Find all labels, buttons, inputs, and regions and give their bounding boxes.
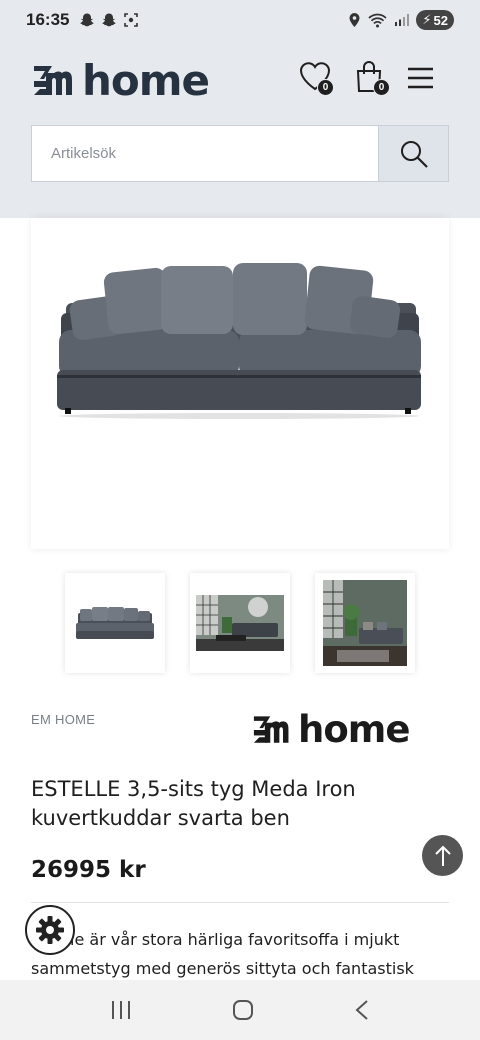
recent-apps-icon[interactable]	[110, 1000, 132, 1020]
cart-count-badge: 0	[373, 79, 390, 96]
cookie-settings-button[interactable]	[25, 905, 75, 955]
signal-icon	[395, 14, 410, 26]
sofa-image	[57, 263, 421, 419]
menu-icon	[408, 67, 433, 89]
status-bar: 16:35 ⚡ 52	[0, 0, 480, 40]
brand-logo[interactable]: home	[250, 708, 410, 751]
charging-icon: ⚡	[422, 12, 432, 27]
thumbnail-3[interactable]	[315, 573, 415, 673]
location-icon	[349, 13, 360, 27]
menu-button[interactable]	[407, 67, 434, 94]
battery-level: 52	[433, 12, 448, 28]
home-icon[interactable]	[232, 999, 254, 1021]
wifi-icon	[368, 13, 387, 27]
site-header: home 0 0	[0, 40, 480, 218]
logo-text: home	[82, 56, 210, 105]
back-icon[interactable]	[354, 999, 370, 1021]
brand-logo-text: home	[298, 708, 410, 751]
cart-button[interactable]: 0	[355, 60, 390, 99]
status-right-icons: ⚡ 52	[348, 10, 454, 30]
screenshot-icon	[124, 13, 139, 27]
search-button[interactable]	[378, 126, 448, 181]
em-logo-mark	[34, 65, 72, 95]
thumbnail-sofa-image	[76, 607, 154, 639]
site-logo[interactable]: home	[30, 56, 210, 105]
scroll-to-top-button[interactable]	[422, 835, 463, 876]
search-bar	[31, 125, 449, 182]
thumbnail-2[interactable]	[190, 573, 290, 673]
gear-icon	[36, 916, 64, 944]
em-logo-mark	[253, 715, 289, 743]
thumbnail-1[interactable]	[65, 573, 165, 673]
snapchat-icon	[80, 13, 94, 27]
brand-name[interactable]: EM HOME	[31, 712, 95, 727]
thumbnail-room-image	[323, 580, 407, 666]
product-description: Estelle är vår stora härliga favoritsoff…	[31, 930, 414, 978]
search-input[interactable]	[32, 126, 378, 181]
search-icon	[400, 140, 428, 168]
snapchat-icon	[102, 13, 116, 27]
divider	[31, 902, 449, 903]
thumbnail-room-image	[196, 595, 284, 651]
wishlist-button[interactable]: 0	[298, 60, 334, 97]
status-left-icons	[79, 12, 139, 28]
battery-icon: ⚡ 52	[416, 10, 454, 30]
product-title: ESTELLE 3,5-sits tyg Meda Iron kuvertkud…	[31, 777, 356, 830]
system-nav-bar	[0, 980, 480, 1040]
product-main-image[interactable]	[31, 218, 449, 549]
arrow-up-icon	[434, 845, 451, 866]
wishlist-count-badge: 0	[317, 79, 334, 96]
status-time: 16:35	[26, 10, 70, 29]
product-price: 26995 kr	[31, 857, 146, 883]
